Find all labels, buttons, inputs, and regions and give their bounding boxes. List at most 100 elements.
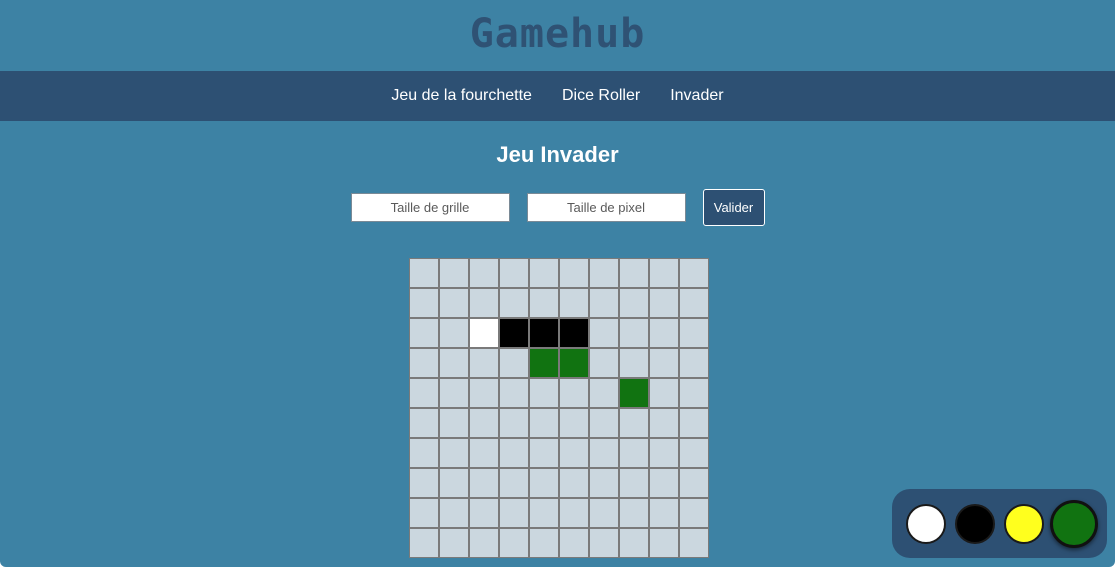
grid-cell[interactable] (439, 498, 469, 528)
grid-cell[interactable] (499, 258, 529, 288)
validate-button[interactable]: Valider (702, 189, 765, 226)
grid-cell[interactable] (679, 528, 709, 558)
grid-cell[interactable] (499, 408, 529, 438)
grid-cell[interactable] (409, 408, 439, 438)
grid-cell[interactable] (589, 438, 619, 468)
grid-cell[interactable] (559, 468, 589, 498)
color-swatch-green[interactable] (1050, 500, 1098, 548)
grid-cell[interactable] (409, 348, 439, 378)
grid-cell[interactable] (469, 348, 499, 378)
grid-cell[interactable] (439, 258, 469, 288)
grid-cell[interactable] (529, 258, 559, 288)
grid-cell[interactable] (439, 438, 469, 468)
grid-cell[interactable] (529, 378, 559, 408)
grid-cell[interactable] (679, 318, 709, 348)
grid-cell[interactable] (529, 468, 559, 498)
grid-cell[interactable] (559, 498, 589, 528)
grid-size-input[interactable] (350, 193, 510, 222)
grid-cell[interactable] (589, 528, 619, 558)
grid-cell[interactable] (679, 468, 709, 498)
grid-cell[interactable] (559, 438, 589, 468)
site-logo[interactable]: Gamehub (470, 11, 646, 57)
grid-cell[interactable] (469, 468, 499, 498)
grid-cell[interactable] (619, 318, 649, 348)
grid-cell[interactable] (619, 288, 649, 318)
grid-cell[interactable] (589, 468, 619, 498)
grid-cell[interactable] (619, 468, 649, 498)
grid-cell[interactable] (529, 528, 559, 558)
grid-cell[interactable] (649, 498, 679, 528)
grid-cell[interactable] (679, 408, 709, 438)
grid-cell[interactable] (649, 258, 679, 288)
grid-cell[interactable] (469, 408, 499, 438)
grid-cell[interactable] (409, 378, 439, 408)
grid-cell[interactable] (409, 498, 439, 528)
grid-cell[interactable] (619, 378, 649, 408)
grid-cell[interactable] (439, 378, 469, 408)
grid-cell[interactable] (529, 498, 559, 528)
grid-cell[interactable] (439, 468, 469, 498)
grid-cell[interactable] (619, 528, 649, 558)
grid-cell[interactable] (649, 378, 679, 408)
grid-cell[interactable] (529, 438, 559, 468)
grid-cell[interactable] (559, 378, 589, 408)
grid-cell[interactable] (649, 348, 679, 378)
grid-cell[interactable] (469, 438, 499, 468)
grid-cell[interactable] (499, 438, 529, 468)
grid-cell[interactable] (649, 438, 679, 468)
grid-cell[interactable] (469, 498, 499, 528)
grid-cell[interactable] (469, 318, 499, 348)
grid-cell[interactable] (529, 408, 559, 438)
grid-cell[interactable] (559, 258, 589, 288)
grid-cell[interactable] (409, 468, 439, 498)
grid-cell[interactable] (679, 438, 709, 468)
grid-cell[interactable] (649, 288, 679, 318)
grid-cell[interactable] (649, 468, 679, 498)
grid-cell[interactable] (559, 288, 589, 318)
grid-cell[interactable] (469, 528, 499, 558)
grid-cell[interactable] (559, 408, 589, 438)
grid-cell[interactable] (589, 288, 619, 318)
grid-cell[interactable] (439, 348, 469, 378)
grid-cell[interactable] (559, 348, 589, 378)
grid-cell[interactable] (499, 318, 529, 348)
grid-cell[interactable] (679, 498, 709, 528)
grid-cell[interactable] (589, 258, 619, 288)
grid-cell[interactable] (499, 348, 529, 378)
grid-cell[interactable] (409, 288, 439, 318)
grid-cell[interactable] (619, 438, 649, 468)
grid-cell[interactable] (619, 348, 649, 378)
grid-cell[interactable] (529, 318, 559, 348)
grid-cell[interactable] (589, 378, 619, 408)
grid-cell[interactable] (589, 348, 619, 378)
grid-cell[interactable] (499, 288, 529, 318)
grid-cell[interactable] (679, 348, 709, 378)
nav-link-jeu-de-la-fourchette[interactable]: Jeu de la fourchette (376, 87, 547, 105)
grid-cell[interactable] (439, 288, 469, 318)
grid-cell[interactable] (409, 258, 439, 288)
grid-cell[interactable] (619, 258, 649, 288)
grid-cell[interactable] (439, 528, 469, 558)
grid-cell[interactable] (499, 498, 529, 528)
nav-link-invader[interactable]: Invader (655, 87, 738, 105)
color-swatch-black[interactable] (955, 504, 995, 544)
nav-link-dice-roller[interactable]: Dice Roller (547, 87, 655, 105)
grid-cell[interactable] (469, 258, 499, 288)
grid-cell[interactable] (679, 258, 709, 288)
grid-cell[interactable] (499, 378, 529, 408)
grid-cell[interactable] (559, 318, 589, 348)
grid-cell[interactable] (619, 408, 649, 438)
grid-cell[interactable] (499, 528, 529, 558)
grid-cell[interactable] (469, 378, 499, 408)
grid-cell[interactable] (649, 528, 679, 558)
pixel-size-input[interactable] (526, 193, 686, 222)
grid-cell[interactable] (529, 348, 559, 378)
grid-cell[interactable] (649, 318, 679, 348)
grid-cell[interactable] (439, 318, 469, 348)
grid-cell[interactable] (589, 408, 619, 438)
grid-cell[interactable] (409, 528, 439, 558)
grid-cell[interactable] (589, 318, 619, 348)
color-swatch-white[interactable] (906, 504, 946, 544)
grid-cell[interactable] (649, 408, 679, 438)
grid-cell[interactable] (499, 468, 529, 498)
